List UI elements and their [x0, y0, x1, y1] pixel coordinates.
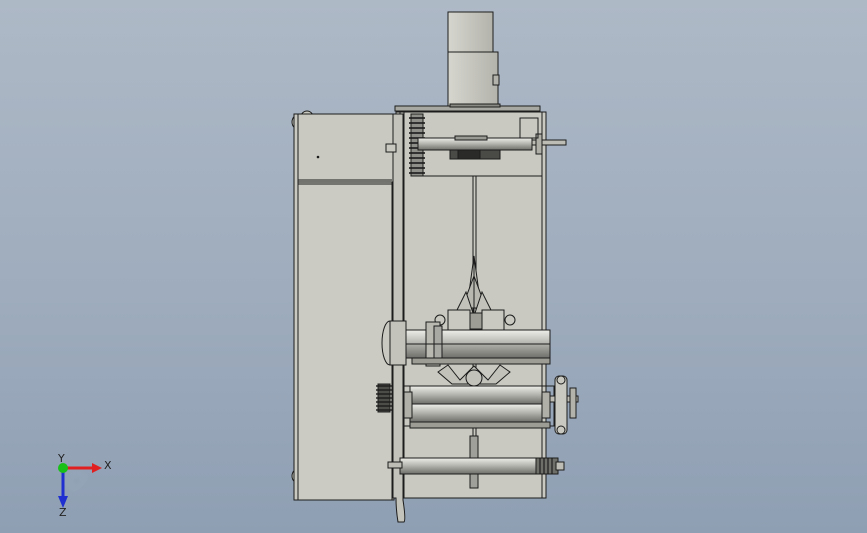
left-sprocket[interactable] — [376, 383, 392, 413]
coordinate-triad: X Y Z — [48, 452, 118, 519]
y-axis-label: Y — [57, 452, 65, 465]
x-axis-label: X — [104, 459, 112, 472]
bottom-roller[interactable] — [387, 457, 565, 475]
z-axis-label: Z — [59, 506, 67, 518]
cad-viewport[interactable] — [0, 0, 867, 533]
motor[interactable] — [447, 11, 500, 111]
machine-assembly[interactable] — [291, 11, 579, 523]
middle-rollers[interactable] — [403, 385, 555, 429]
side-casing[interactable] — [291, 110, 395, 501]
